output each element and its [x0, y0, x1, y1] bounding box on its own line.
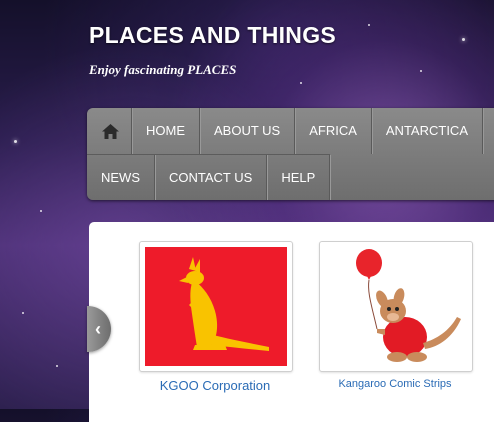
- nav-item-help[interactable]: HELP: [267, 155, 331, 200]
- kangaroo-logo-icon: [179, 257, 269, 351]
- nav-item-africa[interactable]: AFRICA: [295, 108, 372, 154]
- nav-item-about-us[interactable]: ABOUT US: [200, 108, 296, 154]
- star: [22, 312, 24, 314]
- star: [300, 82, 302, 84]
- content-panel: KGOO Corporation Kangaroo Comic Strips: [89, 222, 494, 422]
- star: [368, 24, 370, 26]
- carousel-caption-kgoo[interactable]: KGOO Corporation: [139, 378, 291, 393]
- star: [14, 140, 17, 143]
- nav-home-button[interactable]: [87, 108, 132, 154]
- kangaroo-logo-image[interactable]: [145, 247, 287, 366]
- nav-item-home[interactable]: HOME: [132, 108, 200, 154]
- home-icon: [101, 123, 119, 139]
- site-title[interactable]: PLACES AND THINGS: [89, 22, 336, 49]
- star: [56, 365, 58, 367]
- chevron-left-icon: ‹: [95, 318, 101, 339]
- nav-item-news[interactable]: NEWS: [87, 155, 155, 200]
- nav-item-contact-us[interactable]: CONTACT US: [155, 155, 268, 200]
- nav-row-2: NEWS CONTACT US HELP: [87, 154, 331, 200]
- nav-row-1: HOME ABOUT US AFRICA ANTARCTICA: [87, 108, 483, 154]
- carousel-item-comic[interactable]: [319, 241, 473, 372]
- cartoon-kangaroo-image[interactable]: [325, 247, 467, 366]
- main-nav: HOME ABOUT US AFRICA ANTARCTICA NEWS CON…: [87, 108, 494, 200]
- site-tagline: Enjoy fascinating PLACES: [89, 62, 237, 77]
- nav-item-antarctica[interactable]: ANTARCTICA: [372, 108, 483, 154]
- star: [40, 210, 42, 212]
- carousel-item-kgoo[interactable]: [139, 241, 293, 372]
- star: [420, 70, 422, 72]
- carousel-caption-comic[interactable]: Kangaroo Comic Strips: [319, 378, 471, 390]
- star: [462, 38, 465, 41]
- cartoon-kangaroo-balloon-icon: [356, 249, 461, 362]
